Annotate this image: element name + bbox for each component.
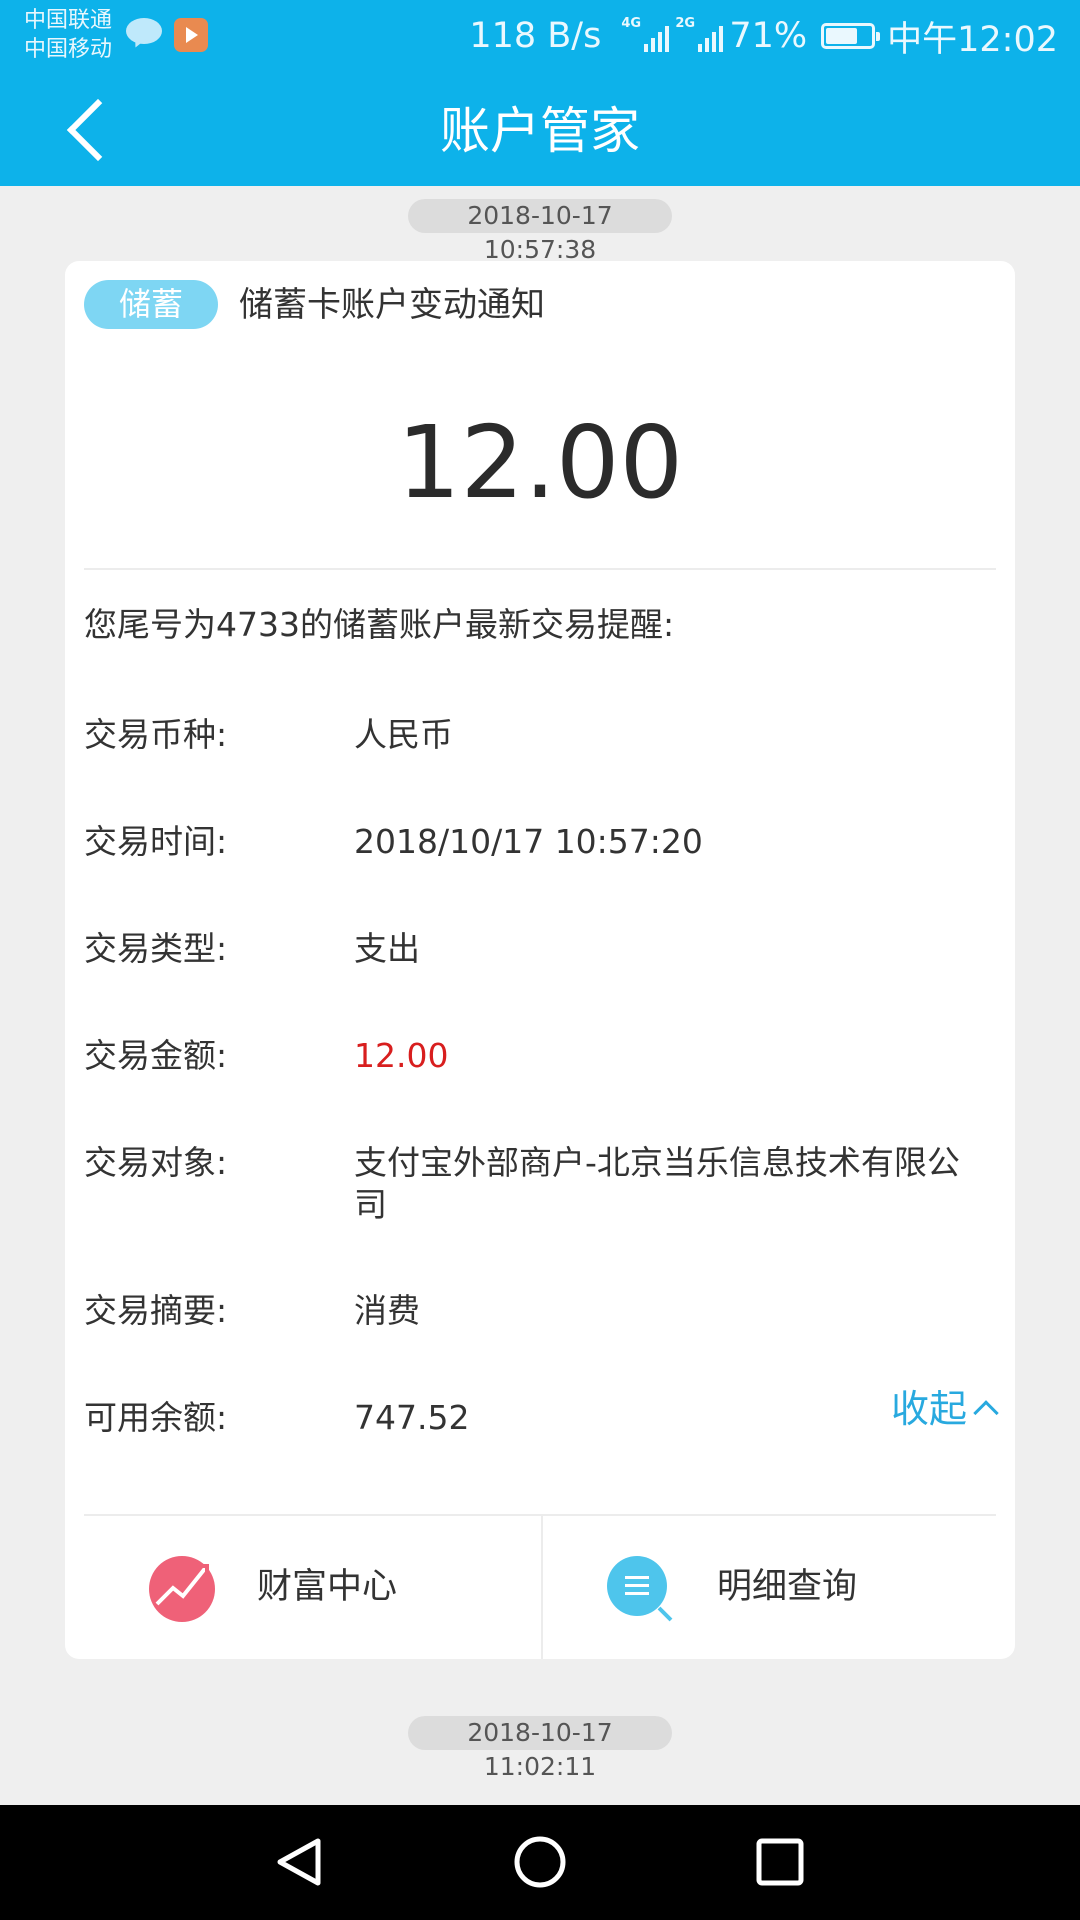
carrier-1: 中国联通 <box>24 8 113 33</box>
signal-2-icon: 2G <box>675 16 724 54</box>
nav-back-button[interactable] <box>260 1827 340 1897</box>
card-title: 储蓄卡账户变动通知 <box>239 285 545 325</box>
detail-value: 747.52 <box>354 1398 470 1437</box>
detail-key: 交易对象: <box>84 1143 228 1182</box>
trend-up-icon <box>149 1556 215 1622</box>
message-timestamp: 2018-10-17 10:57:38 <box>408 199 672 264</box>
detail-query-label: 明细查询 <box>717 1567 858 1607</box>
video-app-icon <box>174 18 208 52</box>
divider <box>84 568 996 570</box>
triangle-back-icon <box>277 1838 321 1886</box>
detail-key: 可用余额: <box>84 1398 228 1437</box>
notification-icons <box>126 18 208 52</box>
detail-value: 消费 <box>354 1291 420 1330</box>
savings-badge: 储蓄 <box>84 280 218 329</box>
detail-key: 交易类型: <box>84 929 228 968</box>
card-actions: 财富中心 明细查询 <box>65 1516 1015 1659</box>
carrier-2: 中国移动 <box>24 37 113 62</box>
status-bar: 中国联通 中国移动 118 B/s 4G 2G 71% 中午12:02 <box>0 0 1080 72</box>
wealth-center-button[interactable]: 财富中心 <box>65 1516 539 1659</box>
detail-key: 交易摘要: <box>84 1291 228 1330</box>
message-timestamp: 2018-10-17 11:02:11 <box>408 1716 672 1781</box>
top-bar: 中国联通 中国移动 118 B/s 4G 2G 71% 中午12:02 账户管家 <box>0 0 1080 186</box>
chevron-up-icon <box>973 1400 999 1426</box>
detail-value: 支出 <box>354 929 420 968</box>
nav-recents-button[interactable] <box>740 1827 820 1897</box>
wealth-center-label: 财富中心 <box>257 1567 398 1607</box>
carrier-info: 中国联通 中国移动 <box>24 6 112 64</box>
collapse-label: 收起 <box>890 1387 967 1431</box>
system-nav-bar <box>0 1805 1080 1920</box>
status-right: 118 B/s 4G 2G 71% 中午12:02 <box>469 14 1058 60</box>
circle-home-icon <box>514 1836 566 1888</box>
collapse-button[interactable]: 收起 <box>890 1385 999 1433</box>
nav-home-button[interactable] <box>500 1827 580 1897</box>
battery-icon <box>821 23 881 49</box>
signal-2-tag: 2G <box>675 16 696 31</box>
battery-percent: 71% <box>729 16 808 56</box>
detail-key: 交易金额: <box>84 1036 228 1075</box>
page-title: 账户管家 <box>440 102 640 160</box>
clock: 中午12:02 <box>887 19 1058 60</box>
transaction-intro: 您尾号为4733的储蓄账户最新交易提醒: <box>84 605 675 644</box>
detail-value: 2018/10/17 10:57:20 <box>354 822 703 861</box>
signal-1-icon: 4G <box>621 16 670 54</box>
search-list-icon <box>607 1556 673 1622</box>
detail-key: 交易币种: <box>84 715 228 754</box>
detail-key: 交易时间: <box>84 822 228 861</box>
account-change-card: 储蓄 储蓄卡账户变动通知 12.00 您尾号为4733的储蓄账户最新交易提醒: … <box>65 261 1015 1659</box>
net-speed: 118 B/s <box>469 16 602 56</box>
transaction-amount: 12.00 <box>396 404 684 521</box>
detail-value-amount: 12.00 <box>354 1036 449 1075</box>
detail-value: 支付宝外部商户-北京当乐信息技术有限公司 <box>354 1143 960 1224</box>
chat-bubble-icon <box>126 18 162 50</box>
detail-value: 人民币 <box>354 715 453 754</box>
square-recents-icon <box>756 1838 804 1886</box>
signal-1-tag: 4G <box>621 16 642 31</box>
